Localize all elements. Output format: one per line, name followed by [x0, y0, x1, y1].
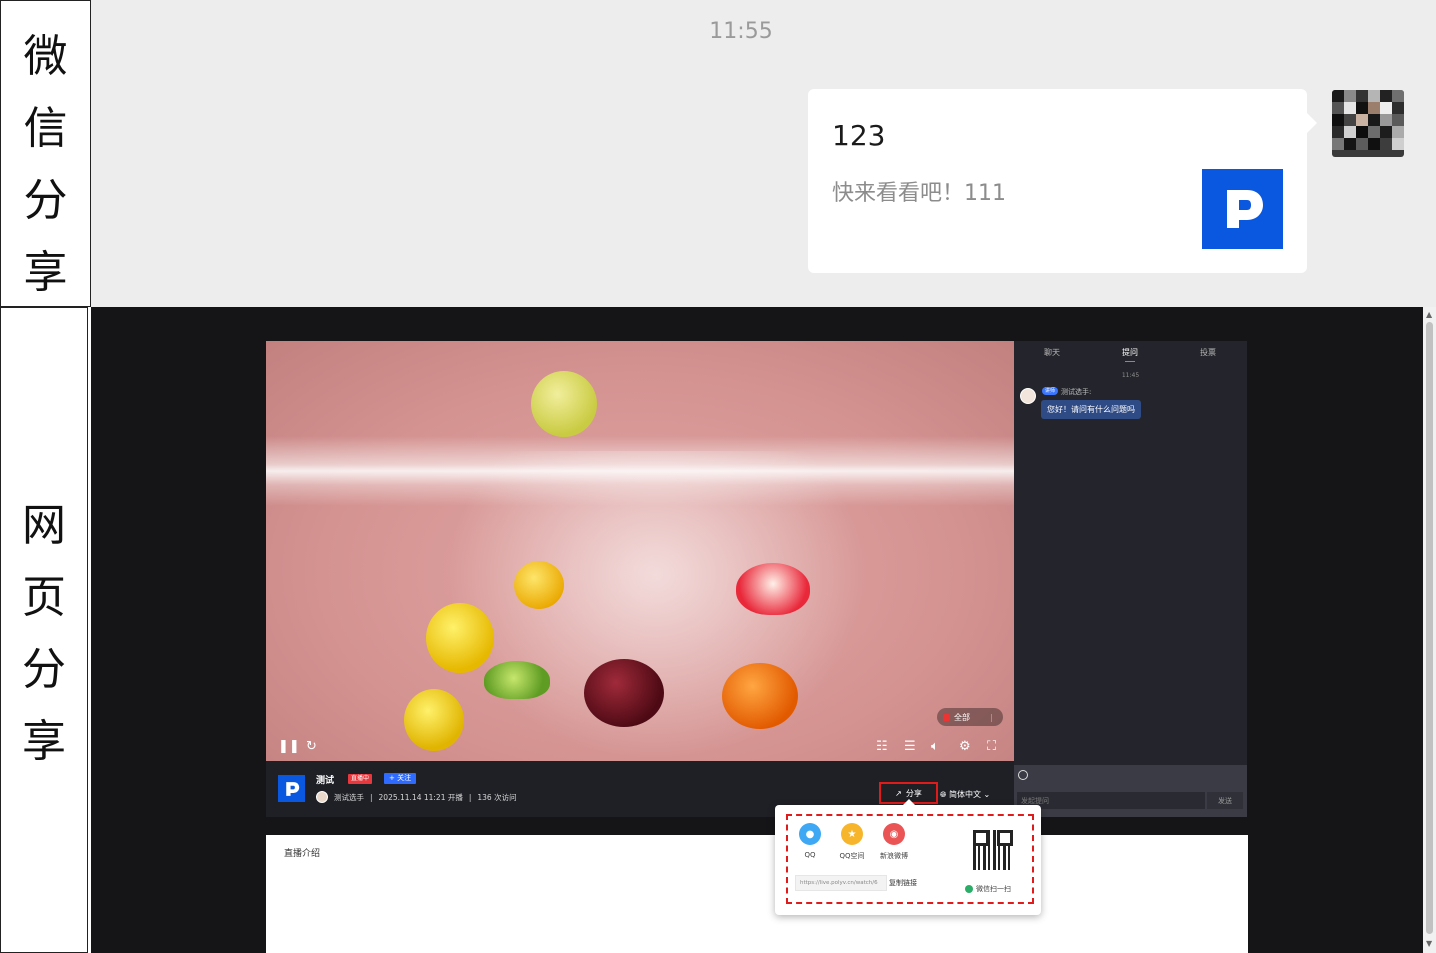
playlist-icon[interactable]: ☰: [904, 740, 916, 753]
sender-role-badge: 讲师: [1042, 387, 1059, 395]
qr-code: [973, 830, 1013, 870]
share-qq-button[interactable]: ● QQ: [790, 823, 830, 859]
wechat-chat-window: 11:55 123 快来看看吧！111: [91, 0, 1436, 307]
scrollbar[interactable]: ▲ ▼: [1423, 307, 1436, 953]
qq-icon: ●: [799, 823, 821, 845]
label-char: 享: [23, 247, 68, 298]
share-icon: ↗: [895, 788, 902, 798]
language-label: 简体中文: [948, 790, 981, 799]
share-card-description: 快来看看吧！111: [832, 181, 1006, 206]
fruit: [584, 659, 664, 727]
label-char: 分: [23, 175, 68, 226]
follow-button[interactable]: + 关注: [384, 773, 417, 784]
message-timestamp: 11:45: [1121, 372, 1140, 379]
tab-vote[interactable]: 投票: [1200, 347, 1216, 358]
emoji-icon[interactable]: [1018, 770, 1028, 780]
share-qzone-button[interactable]: ★ QQ空间: [832, 823, 872, 861]
label-char: 信: [23, 103, 68, 154]
divider: |: [370, 792, 373, 802]
share-link-field[interactable]: https://live.polyv.cn/watch/6: [795, 875, 887, 891]
chat-timestamp: 11:55: [709, 19, 773, 44]
web-live-page: 全部 | ❚❚ ↻ ☷ ☰ 🔈︎ ⚙ ⛶ 测试 直播中 + 关注 测试选手 | …: [91, 307, 1423, 953]
polyv-logo-icon: [278, 775, 305, 802]
active-tab-indicator: [1125, 361, 1135, 362]
fullscreen-icon[interactable]: ⛶: [987, 740, 996, 753]
share-popup: ● QQ ★ QQ空间 ◉ 新浪微博 https://live.polyv.cn…: [775, 799, 1041, 915]
live-status-badge: 直播中: [348, 774, 373, 784]
share-weibo-label: 新浪微博: [880, 852, 908, 860]
language-select[interactable]: 🌐︎ 简体中文 ⌄: [940, 789, 990, 800]
scroll-thumb[interactable]: [1426, 322, 1433, 934]
refresh-icon[interactable]: ↻: [306, 740, 317, 753]
barrage-settings-icon[interactable]: ☷: [876, 740, 888, 753]
sender-avatar: [1020, 388, 1036, 404]
barrage-filter[interactable]: 全部 |: [937, 708, 1003, 726]
video-controls: ❚❚ ↻ ☷ ☰ 🔈︎ ⚙ ⛶: [266, 731, 1014, 761]
fruit: [426, 603, 494, 673]
wechat-scan-label: 微信扫一扫: [965, 884, 1011, 894]
description-panel: 直播介绍: [266, 835, 1248, 953]
chat-input-area: 发送: [1014, 765, 1247, 817]
settings-icon[interactable]: ⚙: [959, 740, 971, 753]
fruit: [736, 563, 810, 615]
barrage-filter-label: 全部: [954, 712, 970, 722]
user-avatar[interactable]: [1332, 90, 1404, 157]
barrage-icon: [943, 713, 950, 721]
tab-ask[interactable]: 提问: [1122, 347, 1138, 358]
pause-icon[interactable]: ❚❚: [278, 740, 300, 753]
bubbles: [446, 451, 866, 761]
scroll-up-icon[interactable]: ▲: [1426, 310, 1432, 319]
message-bubble: 您好！请问有什么问题吗: [1041, 400, 1141, 419]
share-label: 分享: [905, 788, 922, 798]
sender-name: 测试选手:: [1061, 388, 1092, 396]
share-qq-label: QQ: [804, 851, 816, 859]
globe-icon: 🌐︎: [940, 790, 947, 799]
barrage-toggle[interactable]: |: [990, 713, 993, 722]
host-avatar: [316, 791, 328, 803]
label-char: 页: [22, 572, 66, 623]
divider: |: [468, 792, 472, 802]
share-card-message[interactable]: 123 快来看看吧！111: [808, 89, 1317, 273]
label-char: 网: [22, 500, 66, 551]
fruit: [484, 661, 550, 699]
fruit: [531, 371, 597, 437]
volume-icon[interactable]: 🔈︎: [931, 740, 939, 753]
wechat-scan-text: 微信扫一扫: [976, 885, 1011, 893]
qzone-icon: ★: [841, 823, 863, 845]
label-char: 享: [22, 716, 66, 767]
start-time: 2025.11.14 11:21 开播: [378, 792, 463, 802]
share-weibo-button[interactable]: ◉ 新浪微博: [874, 823, 914, 861]
chevron-down-icon: ⌄: [983, 790, 991, 799]
channel-meta: 测试选手 | 2025.11.14 11:21 开播 | 136 次访问: [316, 791, 517, 803]
scroll-down-icon[interactable]: ▼: [1426, 939, 1432, 948]
share-qzone-label: QQ空间: [839, 852, 865, 860]
label-char: 微: [23, 31, 68, 82]
tab-chat[interactable]: 聊天: [1044, 347, 1060, 358]
description-title: 直播介绍: [284, 849, 321, 859]
send-button[interactable]: 发送: [1207, 792, 1243, 809]
video-player[interactable]: 全部 | ❚❚ ↻ ☷ ☰ 🔈︎ ⚙ ⛶: [266, 341, 1014, 761]
weibo-icon: ◉: [883, 823, 905, 845]
fruit: [722, 663, 798, 729]
channel-title: 测试: [316, 776, 335, 786]
question-input[interactable]: [1017, 792, 1205, 809]
copy-link-button[interactable]: 复制链接: [889, 875, 917, 891]
polyv-logo-icon: [1202, 169, 1283, 249]
label-char: 分: [22, 644, 66, 695]
chat-panel: 聊天 提问 投票 11:45 讲师 测试选手: 您好！请问有什么问题吗 发送: [1014, 341, 1247, 817]
visit-count: 136 次访问: [477, 792, 517, 802]
wechat-share-label: 微 信 分 享: [0, 0, 91, 307]
fruit: [514, 561, 564, 609]
host-name: 测试选手: [334, 792, 364, 802]
wechat-icon: [965, 885, 973, 893]
web-share-label: 网 页 分 享: [0, 307, 88, 953]
share-card-title: 123: [832, 119, 886, 152]
